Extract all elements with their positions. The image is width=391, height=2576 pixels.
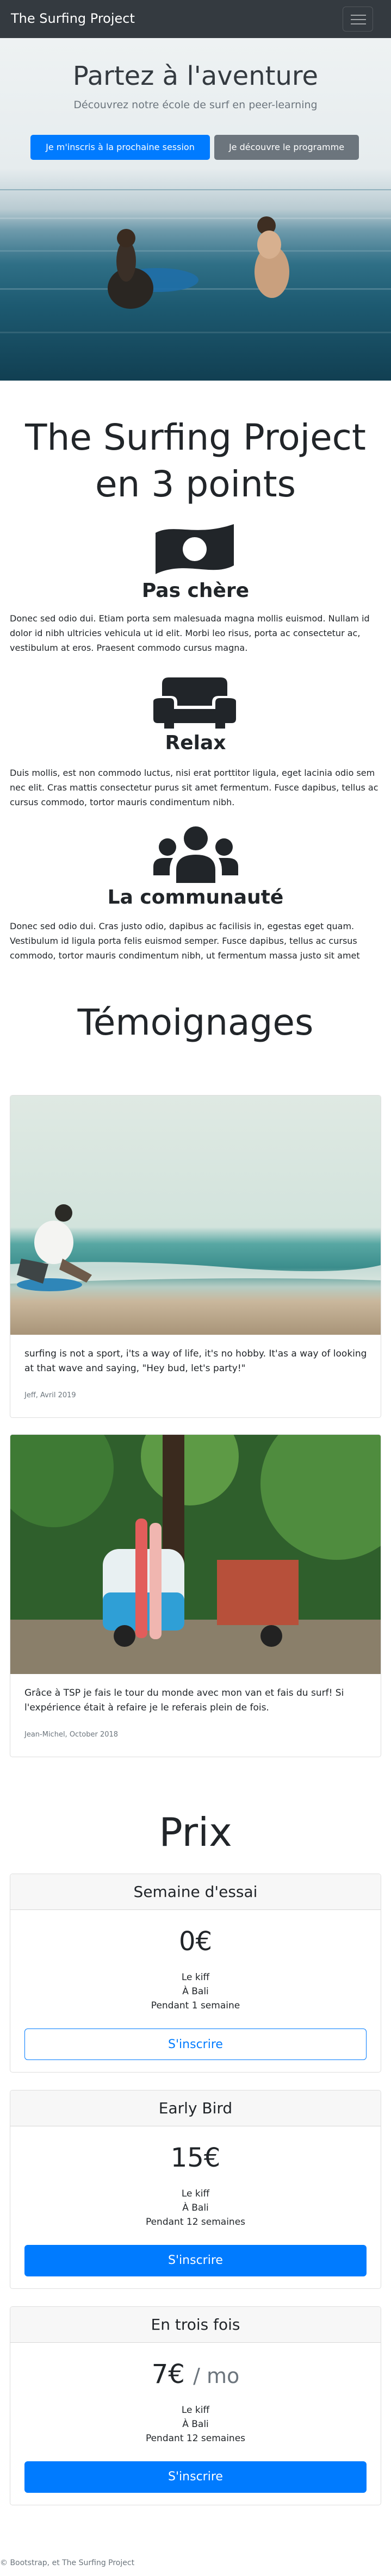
navbar-brand[interactable]: The Surfing Project bbox=[11, 11, 135, 26]
price-feature: Pendant 12 semaines bbox=[145, 2433, 246, 2444]
signup-session-button[interactable]: Je m'inscris à la prochaine session bbox=[30, 135, 210, 160]
feature-text-community: Donec sed odio dui. Cras justo odio, dap… bbox=[10, 921, 360, 961]
testimonial-author: Jeff, Avril 2019 bbox=[24, 1391, 76, 1399]
feature-title-community: La communauté bbox=[107, 886, 284, 909]
price-card-header: En trois fois bbox=[10, 2307, 381, 2343]
price-card-header: Semaine d'essai bbox=[10, 1874, 381, 1910]
navbar: The Surfing Project bbox=[0, 0, 391, 38]
pricing-title: Prix bbox=[159, 1809, 232, 1855]
testimonial-text: surfing is not a sport, i'ts a way of li… bbox=[24, 1348, 367, 1374]
hero-lead: Découvrez notre école de surf en peer-le… bbox=[73, 99, 318, 111]
couch-icon bbox=[153, 677, 236, 729]
testimonial-card: surfing is not a sport, i'ts a way of li… bbox=[10, 1095, 381, 1418]
price-feature: À Bali bbox=[182, 2419, 209, 2430]
surfer-beach-image bbox=[10, 1096, 381, 1335]
price-amount: 0€ bbox=[178, 1926, 213, 1957]
hamburger-icon[interactable] bbox=[343, 7, 373, 32]
testimonials-title: Témoignages bbox=[77, 1001, 314, 1043]
price-card-early-bird: Early Bird 15€ Le kiff À Bali Pendant 12… bbox=[10, 2090, 381, 2289]
price-amount: 7€ / mo bbox=[151, 2359, 240, 2390]
feature-text-price: Donec sed odio dui. Etiam porta sem male… bbox=[10, 613, 370, 653]
users-icon bbox=[153, 826, 238, 883]
price-card-three-payments: En trois fois 7€ / mo Le kiff À Bali Pen… bbox=[10, 2306, 381, 2505]
price-feature: Le kiff bbox=[181, 1972, 210, 1983]
hero-jumbotron: Partez à l'aventure Découvrez notre écol… bbox=[0, 38, 391, 381]
price-feature: Pendant 12 semaines bbox=[145, 2217, 246, 2227]
feature-title-relax: Relax bbox=[165, 732, 226, 754]
features-title: The Surfing Project en 3 points bbox=[25, 416, 366, 505]
surf-van-image bbox=[10, 1435, 381, 1674]
signup-early-bird-button[interactable]: S'inscrire bbox=[24, 2245, 367, 2276]
testimonial-text: Grâce à TSP je fais le tour du monde ave… bbox=[24, 1688, 344, 1713]
money-bill-icon bbox=[156, 524, 234, 574]
signup-three-payments-button[interactable]: S'inscrire bbox=[24, 2461, 367, 2493]
footer-text: © Bootstrap, et The Surfing Project bbox=[0, 2559, 135, 2567]
price-unit: / mo bbox=[193, 2364, 240, 2388]
price-feature: Le kiff bbox=[181, 2405, 210, 2416]
price-amount: 15€ bbox=[170, 2143, 221, 2173]
price-feature: À Bali bbox=[182, 1986, 209, 1997]
feature-text-relax: Duis mollis, est non commodo luctus, nis… bbox=[10, 768, 378, 807]
price-card-header: Early Bird bbox=[10, 2090, 381, 2126]
price-card-trial: Semaine d'essai 0€ Le kiff À Bali Pendan… bbox=[10, 1874, 381, 2073]
hero-title: Partez à l'aventure bbox=[72, 61, 319, 91]
price-feature: À Bali bbox=[182, 2202, 209, 2213]
testimonial-author: Jean-Michel, October 2018 bbox=[24, 1731, 119, 1739]
price-feature: Pendant 1 semaine bbox=[151, 2000, 240, 2011]
price-feature: Le kiff bbox=[181, 2188, 210, 2199]
signup-trial-button[interactable]: S'inscrire bbox=[24, 2029, 367, 2060]
feature-title-price: Pas chère bbox=[141, 580, 250, 602]
testimonial-card: Grâce à TSP je fais le tour du monde ave… bbox=[10, 1434, 381, 1757]
discover-program-button[interactable]: Je découvre le programme bbox=[214, 135, 359, 160]
